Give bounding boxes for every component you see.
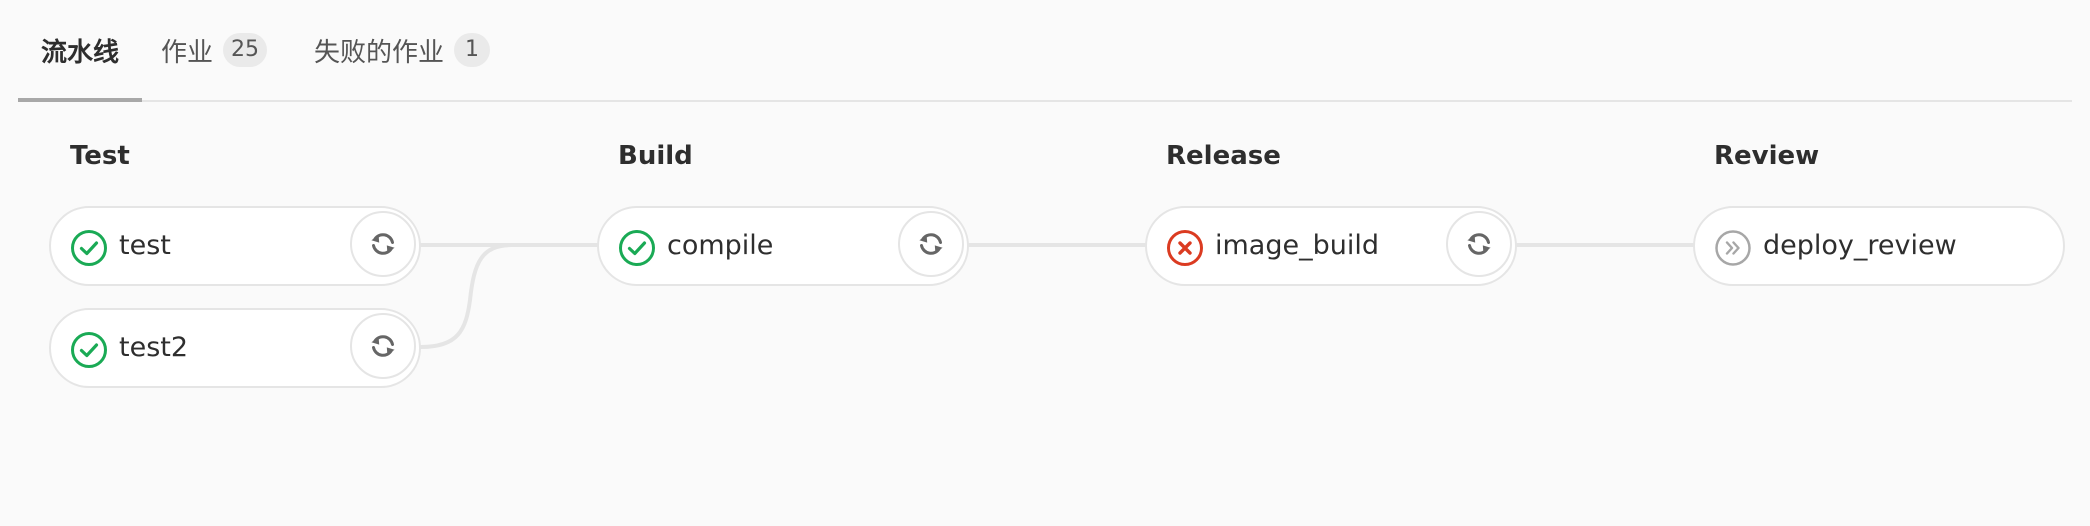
retry-button[interactable] [898,211,964,277]
job-name: deploy_review [1763,230,1957,261]
status-success-icon [71,332,107,368]
job-name: compile [667,230,774,261]
retry-button[interactable] [350,211,416,277]
status-skipped-icon [1715,230,1751,266]
retry-icon [371,335,395,357]
status-failed-icon [1167,230,1203,266]
retry-button[interactable] [350,313,416,379]
job-image-build[interactable]: image_build [1145,206,1517,286]
stage-title-release: Release [1166,141,1281,171]
retry-button[interactable] [1446,211,1512,277]
job-compile[interactable]: compile [597,206,969,286]
job-name: test [119,230,171,261]
stage-title-test: Test [70,141,130,171]
retry-icon [371,233,395,255]
status-success-icon [619,230,655,266]
stage-title-build: Build [618,141,693,171]
job-name: test2 [119,332,189,363]
pipeline-graph: Test Build Release Review test test2 com… [0,0,2090,526]
job-test2[interactable]: test2 [49,308,421,388]
status-success-icon [71,230,107,266]
retry-icon [919,233,943,255]
job-name: image_build [1215,230,1379,261]
retry-icon [1467,233,1491,255]
stage-title-review: Review [1714,141,1820,171]
job-deploy-review[interactable]: deploy_review [1693,206,2065,286]
job-test[interactable]: test [49,206,421,286]
connector-test2-compile [419,243,514,349]
